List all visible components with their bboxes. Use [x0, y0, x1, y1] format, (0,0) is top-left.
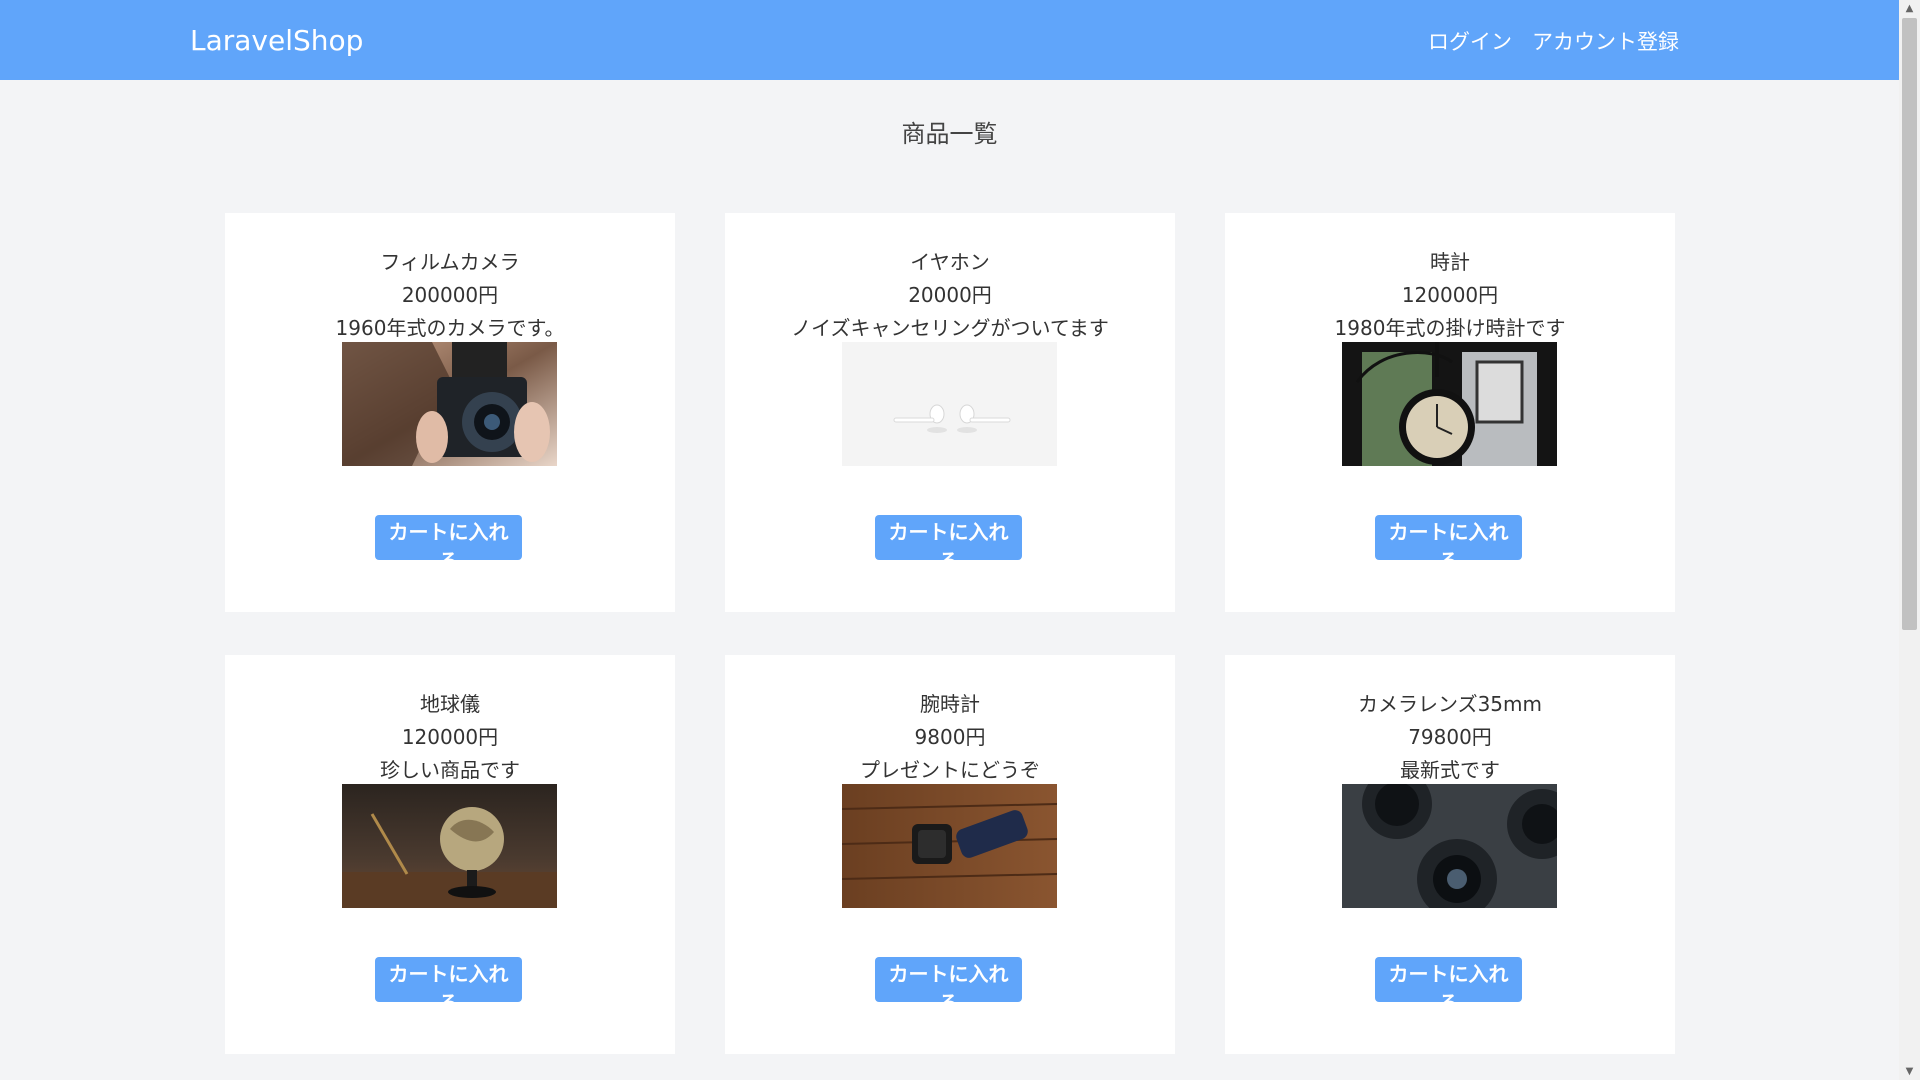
scrollbar-thumb[interactable]	[1902, 18, 1917, 630]
product-name: 地球儀	[420, 692, 480, 716]
product-price: 120000円	[1401, 283, 1499, 307]
product-description: ノイズキャンセリングがついてます	[791, 316, 1109, 340]
product-price: 200000円	[401, 283, 499, 307]
product-name: カメラレンズ35mm	[1357, 692, 1542, 716]
login-link[interactable]: ログイン	[1428, 26, 1512, 56]
product-name: 時計	[1430, 250, 1470, 274]
product-price: 79800円	[1408, 725, 1492, 749]
product-name: 腕時計	[920, 692, 980, 716]
product-name: フィルムカメラ	[380, 250, 520, 274]
product-price: 20000円	[908, 283, 992, 307]
camera-lens-photo	[1342, 784, 1557, 908]
add-to-cart-button[interactable]: カートに入れる	[1375, 515, 1522, 573]
brand-logo-link[interactable]: LaravelShop	[190, 24, 363, 57]
product-description: 1980年式の掛け時計です	[1334, 316, 1566, 340]
product-card: 時計 120000円 1980年式の掛け時計です カートに入れる	[1225, 213, 1675, 612]
wristwatch-photo	[842, 784, 1057, 908]
product-description: 最新式です	[1400, 758, 1500, 782]
register-link[interactable]: アカウント登録	[1532, 26, 1679, 56]
vertical-scrollbar[interactable]: ▲ ▼	[1899, 0, 1920, 1080]
product-price: 120000円	[401, 725, 499, 749]
top-navbar: LaravelShop ログイン アカウント登録	[0, 0, 1899, 80]
product-card: イヤホン 20000円 ノイズキャンセリングがついてます カートに入れる	[725, 213, 1175, 612]
nav-links: ログイン アカウント登録	[1428, 26, 1679, 56]
add-to-cart-button[interactable]: カートに入れる	[375, 515, 522, 573]
scroll-up-arrow-icon[interactable]: ▲	[1899, 0, 1920, 17]
add-to-cart-button[interactable]: カートに入れる	[875, 515, 1022, 573]
product-card: 腕時計 9800円 プレゼントにどうぞ カートに入れる	[725, 655, 1175, 1054]
wall-clock-photo	[1342, 342, 1557, 466]
add-to-cart-button[interactable]: カートに入れる	[375, 957, 522, 1015]
add-to-cart-button[interactable]: カートに入れる	[1375, 957, 1522, 1015]
page-title: 商品一覧	[901, 120, 998, 148]
page: LaravelShop ログイン アカウント登録 商品一覧 フィルムカメラ 20…	[0, 0, 1920, 1080]
product-name: イヤホン	[910, 250, 990, 274]
product-card: カメラレンズ35mm 79800円 最新式です カートに入れる	[1225, 655, 1675, 1054]
product-description: プレゼントにどうぞ	[860, 758, 1040, 782]
add-to-cart-button[interactable]: カートに入れる	[875, 957, 1022, 1015]
product-description: 1960年式のカメラです。	[335, 316, 565, 340]
film-camera-photo	[342, 342, 557, 466]
globe-photo	[342, 784, 557, 908]
product-card: フィルムカメラ 200000円 1960年式のカメラです。 カートに入れる	[225, 213, 675, 612]
earphones-photo	[842, 342, 1057, 466]
product-description: 珍しい商品です	[380, 758, 520, 782]
product-price: 9800円	[914, 725, 986, 749]
product-grid: フィルムカメラ 200000円 1960年式のカメラです。 カートに入れる イヤ…	[225, 213, 1675, 1054]
product-card: 地球儀 120000円 珍しい商品です カートに入れる	[225, 655, 675, 1054]
scroll-down-arrow-icon[interactable]: ▼	[1899, 1063, 1920, 1080]
